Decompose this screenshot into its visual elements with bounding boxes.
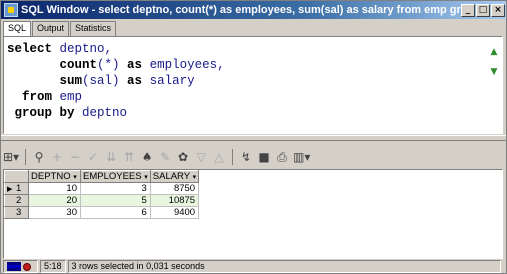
filter-up-icon[interactable]: ⇈ (122, 148, 136, 166)
query-by-example-icon[interactable]: ✿ (176, 148, 190, 166)
cell-salary[interactable]: 9400 (149, 206, 200, 219)
current-row-indicator-icon: ▶ (7, 186, 13, 193)
sql-text: (*) (97, 58, 128, 72)
clear-icon[interactable]: ✎ (158, 148, 172, 166)
sql-code[interactable]: select deptno, count(*) as employees, su… (7, 41, 225, 121)
export-icon[interactable]: ▥▾ (293, 148, 310, 166)
sql-keyword: from (22, 90, 53, 104)
sql-text: deptno (74, 106, 128, 120)
results-table: DEPTNO ▾ EMPLOYEES ▾ SALARY ▾ ▶ 1 10 3 8750 2… (4, 170, 200, 219)
row-header-corner (4, 170, 29, 183)
print-icon[interactable]: ⎙ (275, 148, 289, 166)
cell-salary[interactable]: 8750 (149, 182, 200, 195)
row-header[interactable]: 2 (4, 194, 29, 207)
table-row[interactable]: ▶ 1 10 3 8750 (4, 182, 200, 195)
splitter[interactable] (1, 135, 506, 141)
up-arrow-icon[interactable]: ▲ (489, 47, 499, 57)
sql-editor[interactable]: select deptno, count(*) as employees, su… (3, 36, 503, 134)
grid-menu-icon[interactable]: ⊞▾ (3, 148, 19, 166)
sql-window-icon (4, 3, 18, 17)
add-row-icon[interactable]: + (50, 148, 64, 166)
cell-deptno[interactable]: 20 (28, 194, 81, 207)
table-row[interactable]: 2 20 5 10875 (4, 194, 200, 207)
minimize-button[interactable]: _ (461, 3, 475, 17)
sql-text: deptno, (52, 42, 113, 56)
column-header-deptno[interactable]: DEPTNO ▾ (28, 170, 81, 183)
sql-keyword: select (7, 42, 53, 56)
close-button[interactable]: × (491, 3, 505, 17)
toolbar-separator (25, 149, 27, 165)
column-header-salary[interactable]: SALARY ▾ (149, 170, 200, 183)
post-changes-icon[interactable]: ✓ (86, 148, 100, 166)
row-header[interactable]: 3 (4, 206, 29, 219)
window-title: SQL Window - select deptno, count(*) as … (21, 4, 461, 16)
filter-icon[interactable]: ▽ (194, 148, 208, 166)
lock-icon[interactable]: ⚲ (32, 148, 46, 166)
clear-filter-icon[interactable]: △ (212, 148, 226, 166)
row-number: 1 (16, 183, 22, 194)
sql-window: SQL Window - select deptno, count(*) as … (0, 0, 507, 274)
sql-text: salary (142, 74, 195, 88)
row-number: 3 (16, 207, 22, 218)
delete-row-icon[interactable]: − (68, 148, 82, 166)
cell-employees[interactable]: 5 (80, 194, 151, 207)
editor-side-icons: ▲ ▼ (489, 47, 499, 87)
cell-salary[interactable]: 10875 (149, 194, 200, 207)
status-icons (3, 260, 38, 273)
maximize-button[interactable]: □ (476, 3, 490, 17)
status-message: 3 rows selected in 0,031 seconds (67, 260, 501, 273)
connection-icon (7, 262, 21, 271)
row-header[interactable]: ▶ 1 (4, 182, 29, 195)
cell-deptno[interactable]: 10 (28, 182, 81, 195)
tab-output[interactable]: Output (32, 21, 70, 36)
tab-statistics[interactable]: Statistics (70, 21, 117, 36)
sql-keyword: as (127, 74, 143, 88)
sql-text: (sal) (82, 74, 128, 88)
row-number: 2 (16, 195, 22, 206)
save-icon[interactable]: ■ (257, 148, 271, 166)
sql-text: employees, (142, 58, 225, 72)
cell-deptno[interactable]: 30 (28, 206, 81, 219)
tab-strip: SQL Output Statistics (3, 21, 117, 37)
sql-keyword: sum (59, 74, 83, 88)
status-bar: 5:18 3 rows selected in 0,031 seconds (3, 260, 503, 273)
execution-state-icon (23, 262, 31, 271)
header-row: DEPTNO ▾ EMPLOYEES ▾ SALARY ▾ (4, 170, 200, 183)
results-grid[interactable]: DEPTNO ▾ EMPLOYEES ▾ SALARY ▾ ▶ 1 10 3 8750 2… (3, 169, 503, 259)
cursor-position: 5:18 (40, 260, 66, 273)
title-bar[interactable]: SQL Window - select deptno, count(*) as … (1, 1, 506, 19)
toolbar-separator (232, 149, 234, 165)
results-toolbar: ⊞▾ ⚲ + − ✓ ⇊ ⇈ ♠ ✎ ✿ ▽ △ ↯ ■ ⎙ ▥▾ (3, 145, 503, 169)
cell-employees[interactable]: 6 (80, 206, 151, 219)
cell-employees[interactable]: 3 (80, 182, 151, 195)
sql-keyword: as (127, 58, 143, 72)
sql-keyword: group by (14, 106, 75, 120)
filter-down-icon[interactable]: ⇊ (104, 148, 118, 166)
column-header-employees[interactable]: EMPLOYEES ▾ (80, 170, 151, 183)
tab-sql[interactable]: SQL (3, 21, 32, 37)
find-icon[interactable]: ♠ (140, 148, 154, 166)
chart-icon[interactable]: ↯ (239, 148, 253, 166)
sql-keyword: count (59, 58, 98, 72)
table-row[interactable]: 3 30 6 9400 (4, 206, 200, 219)
sql-text: emp (52, 90, 83, 104)
down-arrow-icon[interactable]: ▼ (489, 67, 499, 77)
